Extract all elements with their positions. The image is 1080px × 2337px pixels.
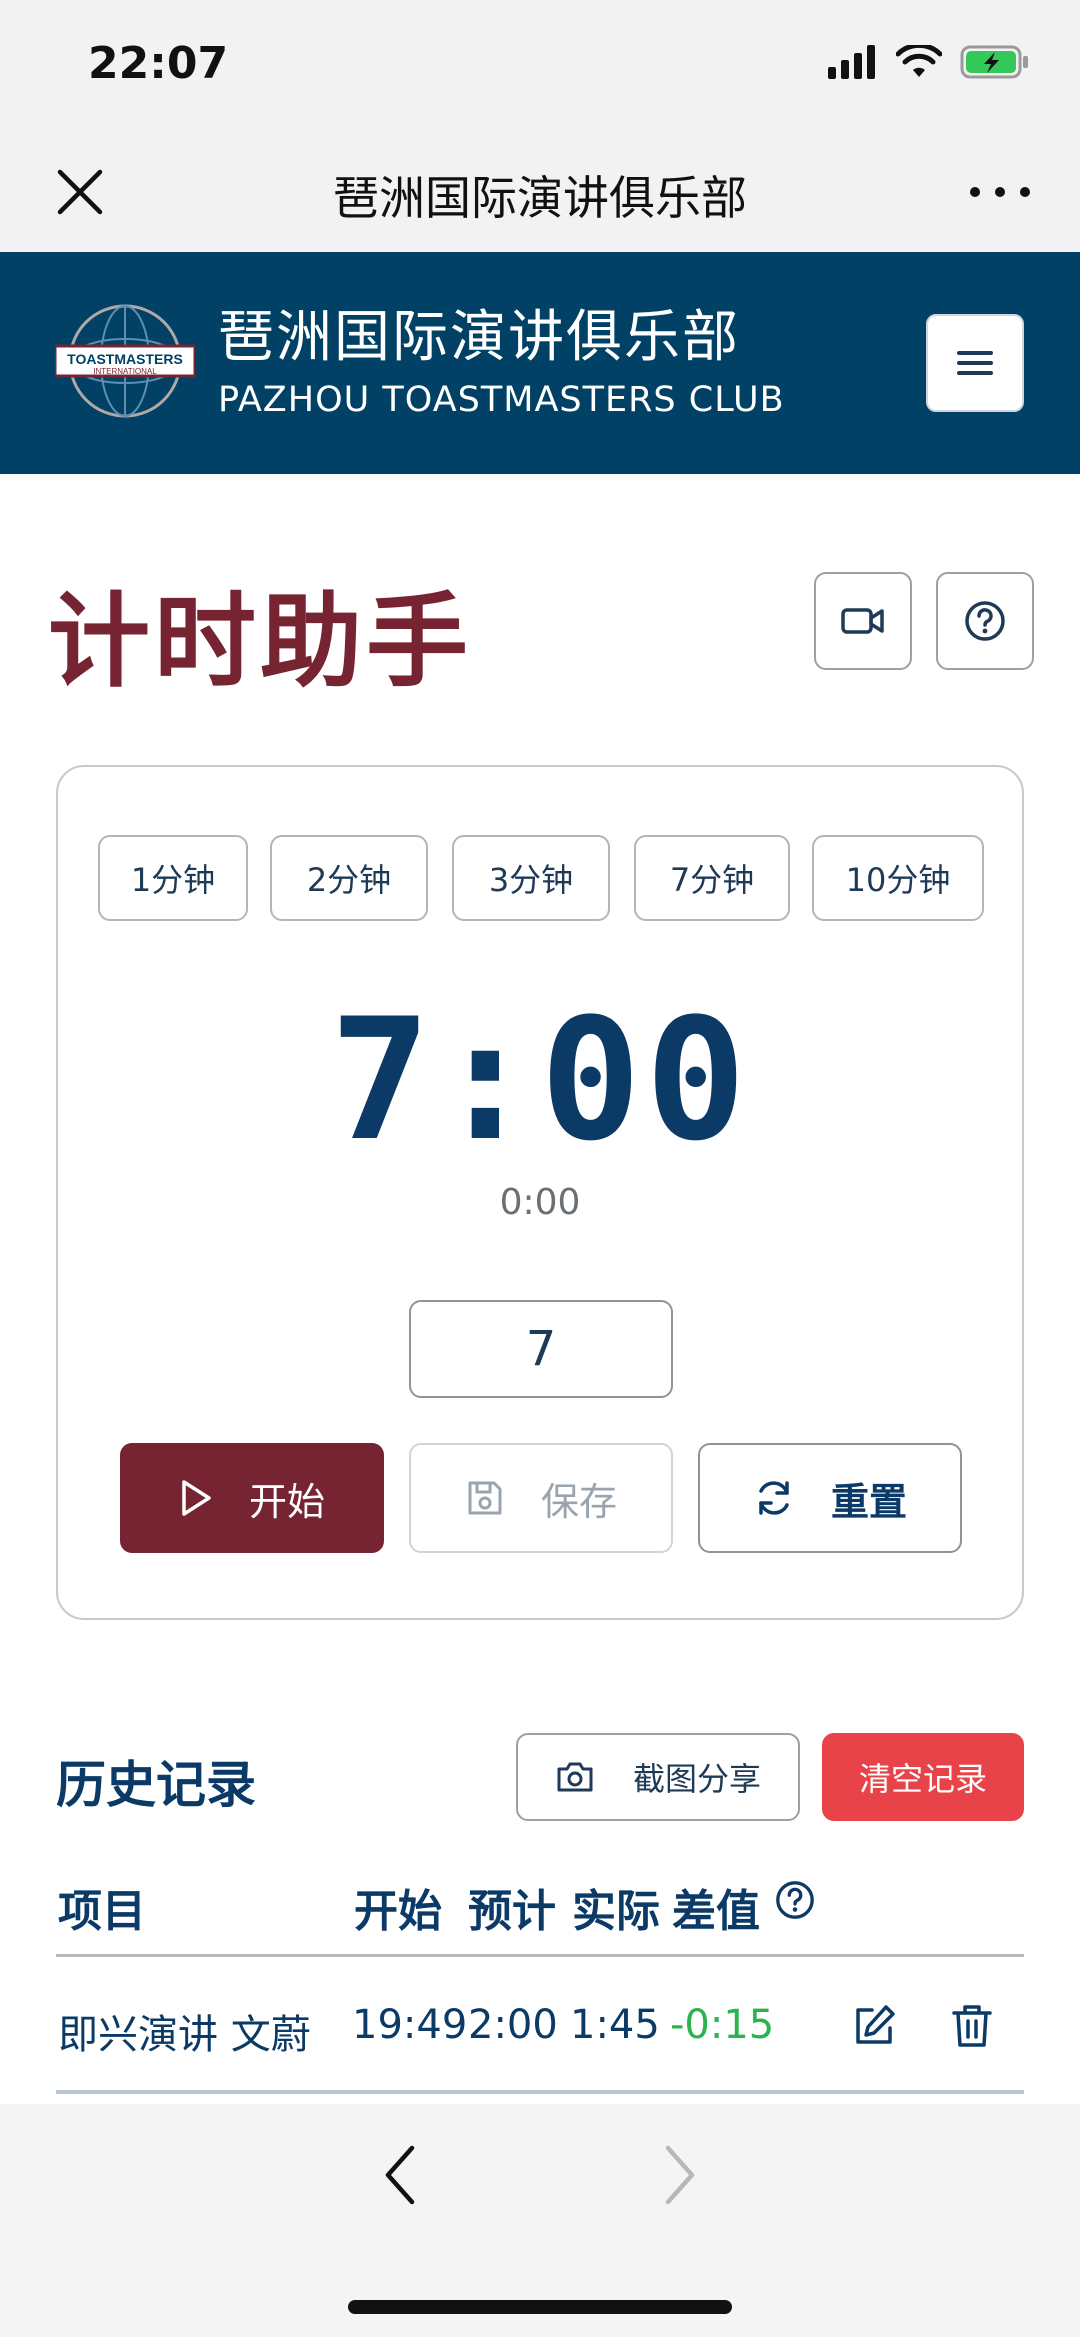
column-header-start: 开始: [354, 1886, 442, 1937]
column-header-diff: 差值: [672, 1886, 760, 1937]
preset-7-minute-button[interactable]: 7分钟: [634, 835, 790, 921]
save-label: 保存: [540, 1479, 617, 1524]
preset-2-minute-button[interactable]: 2分钟: [270, 835, 428, 921]
row-planned: 2:00: [468, 2002, 558, 2048]
reset-label: 重置: [830, 1479, 907, 1524]
preset-1-minute-button[interactable]: 1分钟: [98, 835, 248, 921]
trash-icon[interactable]: [948, 2002, 996, 2050]
table-header-divider: [56, 1954, 1024, 1957]
preset-3-minute-button[interactable]: 3分钟: [452, 835, 610, 921]
start-button[interactable]: 开始: [120, 1443, 384, 1553]
toastmasters-logo[interactable]: TOASTMASTERS INTERNATIONAL: [55, 304, 195, 419]
camera-icon: [557, 1762, 593, 1792]
hamburger-menu-button[interactable]: [926, 314, 1024, 412]
status-bar: 22:07: [0, 0, 1080, 132]
club-name-cn: 琶洲国际演讲俱乐部: [218, 305, 740, 370]
video-camera-icon: [841, 608, 884, 634]
save-button[interactable]: 保存: [409, 1443, 673, 1553]
column-header-item: 项目: [58, 1886, 146, 1937]
column-header-actual: 实际: [572, 1886, 660, 1937]
club-name-en: PAZHOU TOASTMASTERS CLUB: [218, 380, 785, 420]
floppy-disk-icon: [468, 1481, 502, 1515]
battery-charging-icon: [960, 45, 1028, 79]
video-button[interactable]: [814, 572, 912, 670]
row-start: 19:49: [352, 2002, 468, 2048]
hamburger-icon: [957, 351, 993, 375]
help-button[interactable]: [936, 572, 1034, 670]
status-time: 22:07: [88, 38, 229, 89]
screen: 22:07 琶洲国际演讲俱乐部 TOASTMASTERS INTERNATION…: [0, 0, 1080, 2337]
edit-icon[interactable]: [850, 2002, 898, 2050]
start-label: 开始: [248, 1479, 325, 1524]
more-options-icon[interactable]: [970, 162, 1030, 222]
play-icon: [182, 1480, 211, 1516]
wechat-nav-bar: 琶洲国际演讲俱乐部: [0, 132, 1080, 252]
column-header-planned: 预计: [468, 1886, 556, 1937]
row-actual: 1:45: [570, 2002, 660, 2048]
countdown-display: 7:00: [329, 982, 751, 1178]
site-header: TOASTMASTERS INTERNATIONAL 琶洲国际演讲俱乐部 PAZ…: [0, 252, 1080, 474]
clear-history-button[interactable]: 清空记录: [822, 1733, 1024, 1821]
back-arrow-icon[interactable]: [380, 2142, 420, 2208]
share-label: 截图分享: [632, 1760, 761, 1798]
timer-card: 1分钟 2分钟 3分钟 7分钟 10分钟 7:00 0:00 开始 保存: [56, 765, 1024, 1620]
row-diff: -0:15: [670, 2002, 775, 2048]
preset-10-minute-button[interactable]: 10分钟: [812, 835, 984, 921]
home-indicator[interactable]: [348, 2300, 732, 2314]
logo-text: TOASTMASTERS: [67, 351, 183, 367]
status-icons: [828, 44, 1030, 80]
forward-arrow-icon[interactable]: [660, 2142, 700, 2208]
diff-help-icon[interactable]: [774, 1879, 816, 1921]
question-circle-icon: [965, 601, 1005, 641]
wifi-icon: [896, 45, 942, 77]
signal-icon: [828, 45, 875, 79]
row-item: 即兴演讲 文蔚: [58, 2012, 311, 2058]
wechat-page-title: 琶洲国际演讲俱乐部: [333, 171, 747, 225]
minutes-input[interactable]: [409, 1300, 673, 1398]
elapsed-time: 0:00: [499, 1182, 581, 1223]
screenshot-share-button[interactable]: 截图分享: [516, 1733, 800, 1821]
history-title: 历史记录: [56, 1756, 256, 1814]
refresh-icon: [759, 1481, 789, 1515]
reset-button[interactable]: 重置: [698, 1443, 962, 1553]
table-bottom-divider: [56, 2090, 1024, 2094]
page-title: 计时助手: [48, 583, 472, 702]
logo-subtext: INTERNATIONAL: [93, 367, 157, 376]
